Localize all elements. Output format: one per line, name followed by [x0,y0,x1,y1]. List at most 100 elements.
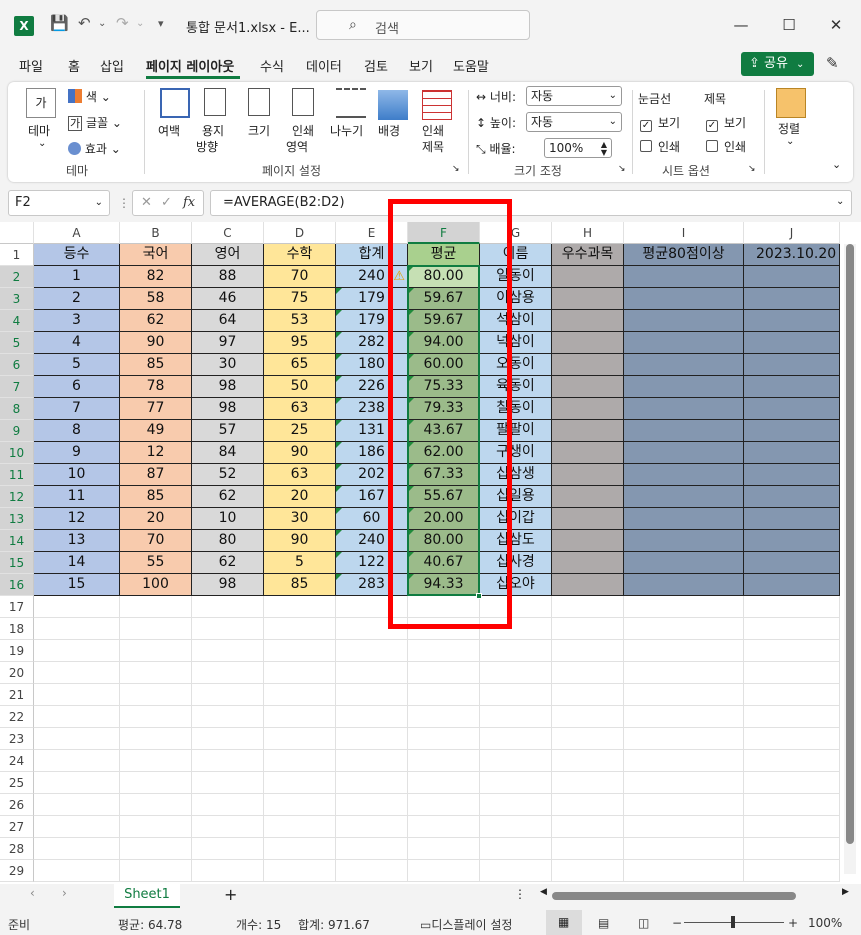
cell-H24[interactable] [552,750,624,772]
margins-icon[interactable] [160,88,190,118]
cell-E20[interactable] [336,662,408,684]
sheet-options-launcher-icon[interactable]: ↘ [748,164,756,174]
tab-page-layout[interactable]: 페이지 레이아웃 [146,56,234,75]
arrange-dropdown-icon[interactable]: ⌄ [786,136,794,147]
cell-J7[interactable] [744,376,840,398]
row-header-25[interactable]: 25 [0,772,34,794]
tab-file[interactable]: 파일 [19,56,43,75]
print-area-icon[interactable] [292,88,314,116]
gridlines-print-checkbox[interactable]: 인쇄 [640,138,680,155]
next-sheet-icon[interactable]: › [62,886,67,900]
cell-A4[interactable]: 3 [34,310,120,332]
column-header-C[interactable]: C [192,222,264,244]
cell-H8[interactable] [552,398,624,420]
cell-H21[interactable] [552,684,624,706]
cell-H16[interactable] [552,574,624,596]
cell-C7[interactable]: 98 [192,376,264,398]
cell-J4[interactable] [744,310,840,332]
cell-H12[interactable] [552,486,624,508]
print-titles-icon[interactable] [422,90,452,120]
cell-J17[interactable] [744,596,840,618]
cell-I28[interactable] [624,838,744,860]
cell-J13[interactable] [744,508,840,530]
breaks-icon[interactable] [336,88,366,118]
page-setup-launcher-icon[interactable]: ↘ [452,164,460,174]
print-titles-line1[interactable]: 인쇄 [422,122,444,139]
print-area-line2[interactable]: 영역 [286,138,308,155]
cell-H22[interactable] [552,706,624,728]
cell-C16[interactable]: 98 [192,574,264,596]
column-header-D[interactable]: D [264,222,336,244]
background-icon[interactable] [378,90,408,120]
cell-H4[interactable] [552,310,624,332]
display-settings-button[interactable]: ▭디스플레이 설정 [420,916,512,933]
row-header-5[interactable]: 5 [0,332,34,354]
cell-G22[interactable] [480,706,552,728]
margins-button[interactable]: 여백 [158,122,180,139]
cell-B16[interactable]: 100 [120,574,192,596]
row-header-6[interactable]: 6 [0,354,34,376]
cell-C10[interactable]: 84 [192,442,264,464]
cell-I19[interactable] [624,640,744,662]
cell-D25[interactable] [264,772,336,794]
size-icon[interactable] [248,88,270,116]
cell-H25[interactable] [552,772,624,794]
cell-D5[interactable]: 95 [264,332,336,354]
cell-H5[interactable] [552,332,624,354]
cell-A10[interactable]: 9 [34,442,120,464]
cell-A22[interactable] [34,706,120,728]
cell-B27[interactable] [120,816,192,838]
cell-E22[interactable] [336,706,408,728]
cell-I5[interactable] [624,332,744,354]
cell-C4[interactable]: 64 [192,310,264,332]
cell-H9[interactable] [552,420,624,442]
cell-A6[interactable]: 5 [34,354,120,376]
cell-I17[interactable] [624,596,744,618]
theme-effects-button[interactable]: 효과 ⌄ [68,140,121,157]
select-all-corner[interactable] [0,222,34,244]
cell-I14[interactable] [624,530,744,552]
cell-B14[interactable]: 70 [120,530,192,552]
row-header-3[interactable]: 3 [0,288,34,310]
cell-E26[interactable] [336,794,408,816]
cell-E25[interactable] [336,772,408,794]
cell-H1[interactable]: 우수과목 [552,244,624,266]
row-header-14[interactable]: 14 [0,530,34,552]
cell-B12[interactable]: 85 [120,486,192,508]
cell-E21[interactable] [336,684,408,706]
cell-C21[interactable] [192,684,264,706]
cell-D24[interactable] [264,750,336,772]
cell-A8[interactable]: 7 [34,398,120,420]
print-titles-line2[interactable]: 제목 [422,138,444,155]
tab-view[interactable]: 보기 [409,56,433,75]
scroll-left-icon[interactable]: ◀ [540,887,547,897]
cell-I8[interactable] [624,398,744,420]
cell-A23[interactable] [34,728,120,750]
cell-F26[interactable] [408,794,480,816]
tab-insert[interactable]: 삽입 [100,56,124,75]
cell-A14[interactable]: 13 [34,530,120,552]
cell-G26[interactable] [480,794,552,816]
cell-D19[interactable] [264,640,336,662]
cell-G29[interactable] [480,860,552,882]
cell-G19[interactable] [480,640,552,662]
row-header-15[interactable]: 15 [0,552,34,574]
cell-J27[interactable] [744,816,840,838]
tab-help[interactable]: 도움말 [453,56,489,75]
cell-D4[interactable]: 53 [264,310,336,332]
height-select[interactable]: 자동 ⌄ [526,112,622,132]
row-header-17[interactable]: 17 [0,596,34,618]
cell-J5[interactable] [744,332,840,354]
cell-J28[interactable] [744,838,840,860]
cell-C13[interactable]: 10 [192,508,264,530]
cell-C17[interactable] [192,596,264,618]
cell-H7[interactable] [552,376,624,398]
cell-A24[interactable] [34,750,120,772]
cell-A9[interactable]: 8 [34,420,120,442]
share-dropdown-icon[interactable]: ⌄ [796,59,804,70]
cell-G24[interactable] [480,750,552,772]
cell-A2[interactable]: 1 [34,266,120,288]
cell-I29[interactable] [624,860,744,882]
cell-C26[interactable] [192,794,264,816]
row-header-7[interactable]: 7 [0,376,34,398]
